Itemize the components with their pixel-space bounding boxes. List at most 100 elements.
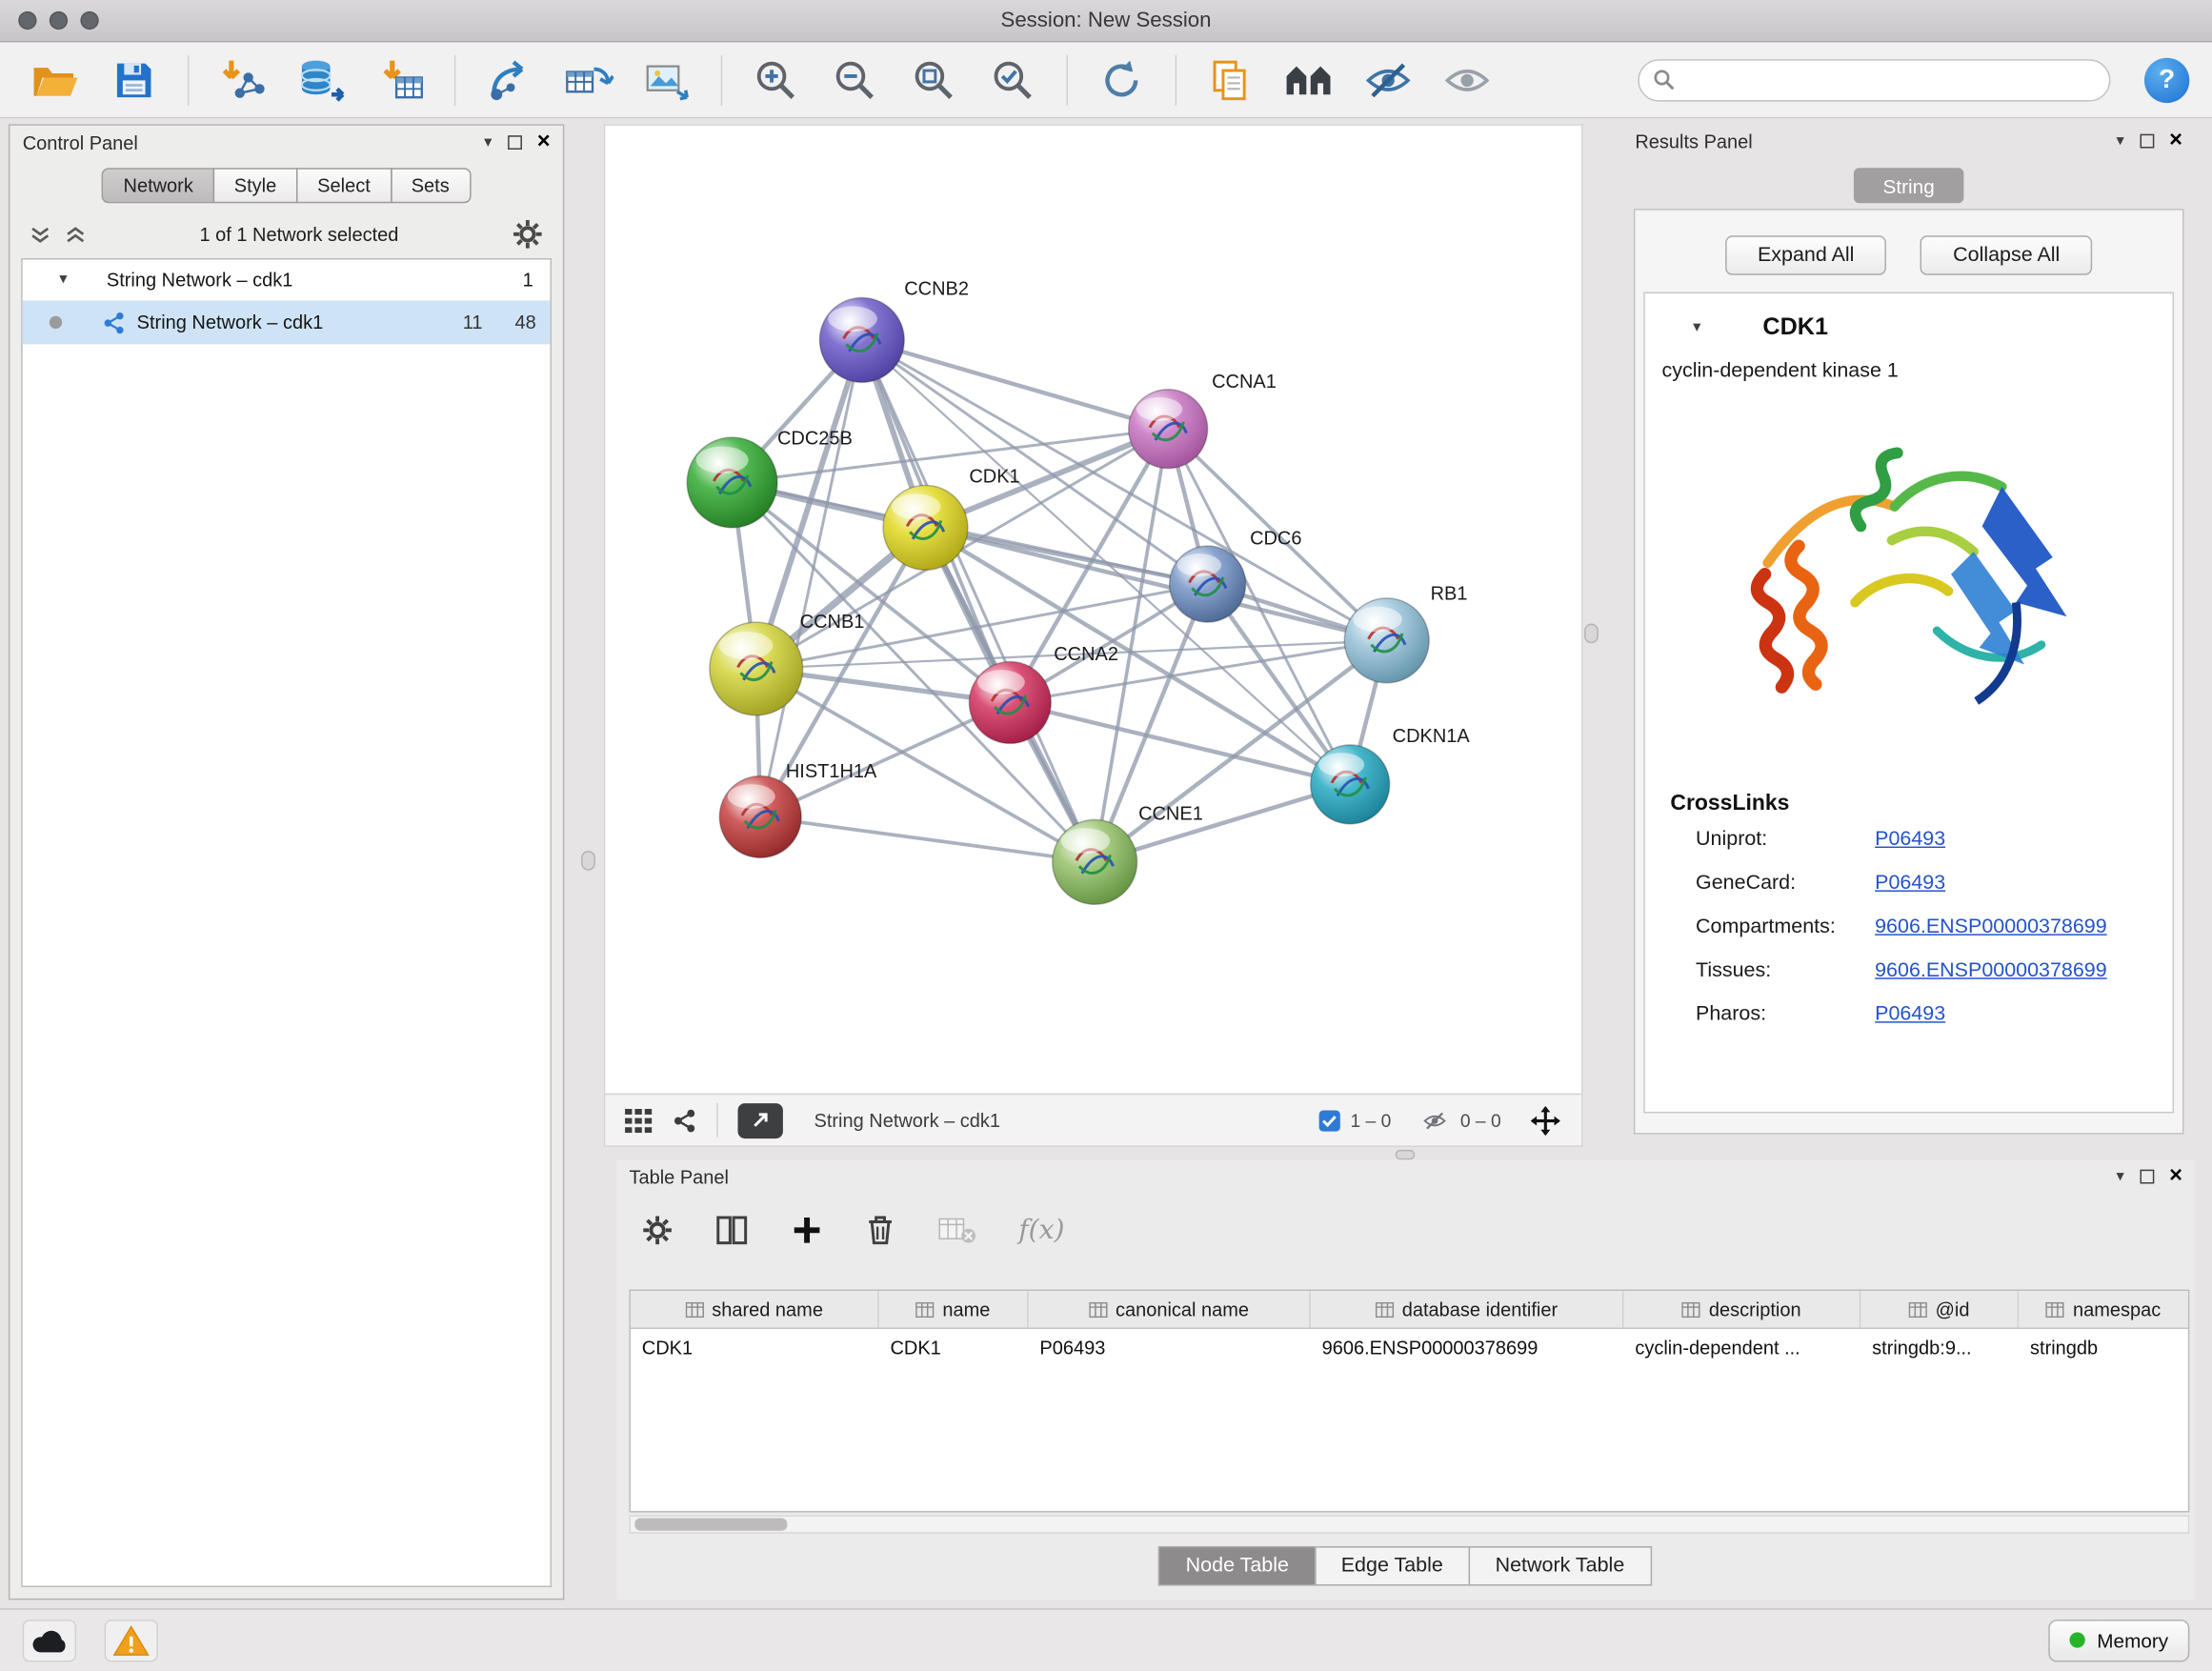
warnings-button[interactable] bbox=[105, 1619, 158, 1661]
cell-description[interactable]: cyclin-dependent ... bbox=[1624, 1329, 1861, 1367]
crosslink-link-tissues[interactable]: 9606.ENSP00000378699 bbox=[1875, 958, 2107, 981]
table-panel-close-button[interactable]: × bbox=[2169, 1165, 2182, 1188]
zoom-fit-button[interactable] bbox=[901, 50, 966, 110]
table-gear-icon[interactable] bbox=[642, 1215, 674, 1246]
help-button[interactable]: ? bbox=[2144, 57, 2189, 102]
results-panel-float-button[interactable] bbox=[2140, 134, 2154, 149]
table-horizontal-scrollbar[interactable] bbox=[629, 1515, 2189, 1533]
collapse-all-tree-icon[interactable] bbox=[65, 225, 86, 243]
tab-sets[interactable]: Sets bbox=[390, 168, 470, 203]
import-network-from-file-button[interactable] bbox=[211, 50, 275, 110]
right-splitter-handle[interactable] bbox=[1584, 624, 1599, 644]
left-splitter-handle[interactable] bbox=[581, 851, 595, 871]
cell-name[interactable]: CDK1 bbox=[879, 1329, 1029, 1367]
table-panel-collapse-button[interactable]: ▾ bbox=[2117, 1169, 2124, 1184]
pan-move-icon[interactable] bbox=[1529, 1104, 1561, 1137]
refresh-view-button[interactable] bbox=[1089, 50, 1154, 110]
node-CDC25B[interactable] bbox=[687, 437, 777, 528]
tab-string[interactable]: String bbox=[1854, 168, 1964, 203]
control-panel-close-button[interactable]: × bbox=[537, 131, 551, 154]
cell-namespace[interactable]: stringdb bbox=[2019, 1329, 2188, 1367]
node-CCNB2[interactable] bbox=[819, 297, 904, 382]
node-CCNB1[interactable] bbox=[710, 622, 803, 715]
node-CDC6[interactable] bbox=[1170, 546, 1246, 622]
hide-graphics-details-button[interactable] bbox=[1356, 50, 1420, 110]
cell-at-id[interactable]: stringdb:9... bbox=[1860, 1329, 2019, 1367]
import-table-from-file-button[interactable] bbox=[369, 50, 433, 110]
tab-network[interactable]: Network bbox=[102, 168, 214, 203]
column-header-database-identifier[interactable]: database identifier bbox=[1311, 1291, 1624, 1328]
node-CCNA1[interactable] bbox=[1129, 390, 1208, 469]
tree-caret-icon[interactable]: ▾ bbox=[59, 272, 67, 288]
export-table-button[interactable] bbox=[555, 50, 620, 110]
scrollbar-thumb[interactable] bbox=[634, 1518, 787, 1530]
close-window-button[interactable] bbox=[18, 11, 36, 30]
node-CDK1[interactable] bbox=[883, 485, 968, 570]
edge-CCNB2-HIST1H1A[interactable] bbox=[760, 340, 862, 817]
column-header-shared-name[interactable]: shared name bbox=[631, 1291, 879, 1328]
save-session-button[interactable] bbox=[102, 50, 167, 110]
node-HIST1H1A[interactable] bbox=[719, 775, 801, 857]
crosslink-link-genecard[interactable]: P06493 bbox=[1875, 871, 1945, 894]
selected-checkbox-icon[interactable] bbox=[1319, 1110, 1340, 1131]
edge-HIST1H1A-CCNE1[interactable] bbox=[760, 816, 1095, 861]
cloud-status-button[interactable] bbox=[23, 1619, 76, 1661]
cell-shared-name[interactable]: CDK1 bbox=[631, 1329, 879, 1367]
crosslink-link-uniprot[interactable]: P06493 bbox=[1875, 828, 1945, 851]
column-header-canonical-name[interactable]: canonical name bbox=[1029, 1291, 1311, 1328]
tab-network-table[interactable]: Network Table bbox=[1468, 1546, 1651, 1585]
tab-style[interactable]: Style bbox=[213, 168, 298, 203]
crosslink-link-compartments[interactable]: 9606.ENSP00000378699 bbox=[1875, 915, 2107, 937]
control-panel-collapse-button[interactable]: ▾ bbox=[484, 134, 492, 150]
hidden-eye-slash-icon[interactable] bbox=[1419, 1110, 1451, 1131]
search-input[interactable] bbox=[1684, 69, 2095, 91]
node-CCNA2[interactable] bbox=[969, 662, 1051, 744]
add-column-icon[interactable] bbox=[792, 1215, 823, 1246]
new-network-from-selection-button[interactable] bbox=[477, 50, 542, 110]
node-CCNE1[interactable] bbox=[1053, 819, 1137, 904]
import-network-from-database-button[interactable] bbox=[290, 50, 354, 110]
expand-all-button[interactable]: Expand All bbox=[1725, 235, 1887, 274]
network-row-selected[interactable]: String Network – cdk1 11 48 bbox=[23, 300, 551, 344]
gear-icon[interactable] bbox=[513, 219, 544, 251]
results-panel-collapse-button[interactable]: ▾ bbox=[2117, 133, 2124, 149]
network-canvas[interactable]: CCNB2CCNA1CDC25BCDK1CDC6RB1CCNB1CCNA2CDK… bbox=[604, 124, 1583, 1093]
bottom-splitter-handle[interactable] bbox=[1396, 1150, 1416, 1159]
tab-edge-table[interactable]: Edge Table bbox=[1315, 1546, 1470, 1585]
copy-document-button[interactable] bbox=[1197, 50, 1262, 110]
show-graphics-details-button[interactable] bbox=[1435, 50, 1499, 110]
show-columns-icon[interactable] bbox=[715, 1215, 750, 1246]
table-row[interactable]: CDK1 CDK1 P06493 9606.ENSP00000378699 cy… bbox=[631, 1329, 2188, 1367]
tab-node-table[interactable]: Node Table bbox=[1159, 1546, 1317, 1585]
cell-database-identifier[interactable]: 9606.ENSP00000378699 bbox=[1311, 1329, 1624, 1367]
edge-CCNB2-CCNE1[interactable] bbox=[862, 340, 1095, 862]
protein-section-caret[interactable]: ▾ bbox=[1693, 319, 1700, 334]
column-header-namespace[interactable]: namespac bbox=[2019, 1291, 2188, 1328]
zoom-window-button[interactable] bbox=[80, 11, 98, 30]
network-collection-row[interactable]: ▾ String Network – cdk1 1 bbox=[23, 259, 551, 300]
export-image-button[interactable] bbox=[634, 50, 699, 110]
open-session-button[interactable] bbox=[23, 50, 88, 110]
tab-select[interactable]: Select bbox=[296, 168, 392, 203]
open-in-new-window-button[interactable] bbox=[738, 1102, 783, 1137]
edge-CCNB2-CCNA1[interactable] bbox=[862, 340, 1168, 429]
expand-all-tree-icon[interactable] bbox=[30, 225, 50, 243]
node-CDKN1A[interactable] bbox=[1311, 745, 1390, 824]
minimize-window-button[interactable] bbox=[50, 11, 68, 30]
delete-column-icon[interactable] bbox=[865, 1214, 896, 1248]
crosslink-link-pharos[interactable]: P06493 bbox=[1875, 1002, 1945, 1025]
cell-canonical-name[interactable]: P06493 bbox=[1029, 1329, 1311, 1367]
collapse-all-button[interactable]: Collapse All bbox=[1920, 235, 2092, 274]
zoom-out-button[interactable] bbox=[822, 50, 887, 110]
column-header-at-id[interactable]: @id bbox=[1860, 1291, 2019, 1328]
column-header-name[interactable]: name bbox=[879, 1291, 1029, 1328]
node-RB1[interactable] bbox=[1344, 598, 1429, 683]
network-share-icon[interactable] bbox=[673, 1108, 696, 1132]
grid-view-icon[interactable] bbox=[625, 1108, 654, 1132]
results-panel-close-button[interactable]: × bbox=[2169, 130, 2182, 152]
memory-button[interactable]: Memory bbox=[2049, 1619, 2189, 1661]
zoom-in-button[interactable] bbox=[743, 50, 808, 110]
column-header-description[interactable]: description bbox=[1624, 1291, 1861, 1328]
zoom-selected-button[interactable] bbox=[980, 50, 1045, 110]
table-panel-float-button[interactable] bbox=[2140, 1170, 2154, 1184]
